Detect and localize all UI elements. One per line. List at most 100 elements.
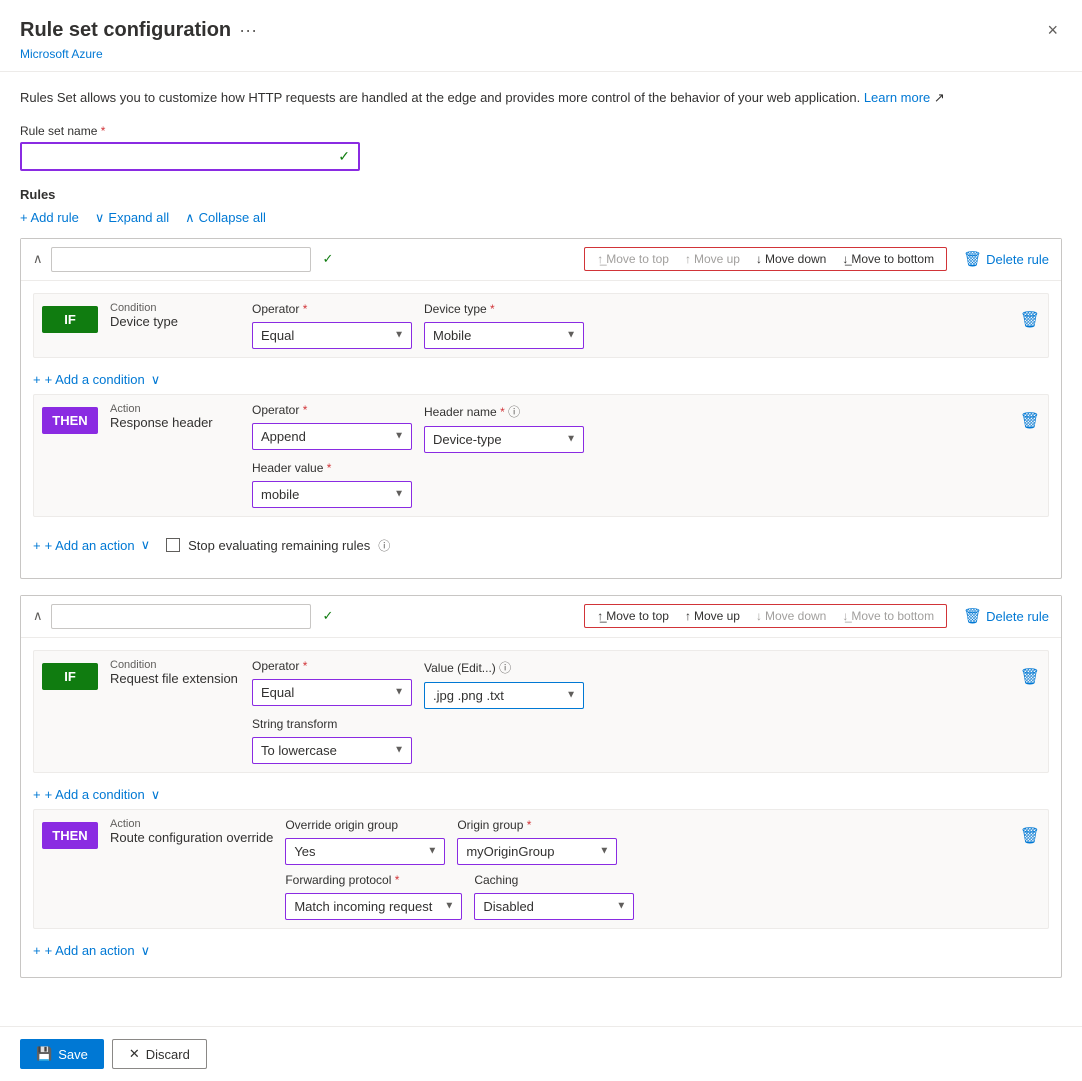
rule-2-action-info: Action Route configuration override bbox=[110, 818, 273, 845]
add-condition-2-chevron-icon[interactable]: ∨ bbox=[151, 787, 161, 803]
plus-icon-action-2: + bbox=[33, 943, 41, 958]
rule-1-move-bottom-button[interactable]: ↓̲ Move to bottom bbox=[838, 250, 938, 268]
rule-2-caching-select[interactable]: Disabled bbox=[474, 893, 634, 920]
rule-1-if-row: IF Condition Device type Operator * Equa… bbox=[33, 293, 1049, 358]
panel-subtitle: Microsoft Azure bbox=[20, 47, 1062, 61]
rule-1-delete-action-button[interactable]: 🗑 bbox=[1020, 411, 1040, 431]
rule-1-delete-button[interactable]: 🗑 Delete rule bbox=[963, 250, 1049, 268]
rule-1-operator-group: Operator * Equal ▼ bbox=[252, 302, 412, 349]
rule-2-forwarding-protocol-select[interactable]: Match incoming request bbox=[285, 893, 462, 920]
rule-2-origin-group-group: Origin group * myOriginGroup ▼ bbox=[457, 818, 617, 865]
rule-1-action-info: Action Response header bbox=[110, 403, 240, 430]
rule-set-name-input-wrapper: myRuleSet ✓ bbox=[20, 142, 360, 171]
rule-2-move-down-button[interactable]: ↓ Move down bbox=[752, 607, 830, 625]
rule-2-add-action-button[interactable]: + + Add an action bbox=[33, 943, 135, 958]
chevron-down-icon: ∨ bbox=[95, 210, 105, 226]
discard-button[interactable]: ✕ Discard bbox=[112, 1039, 207, 1069]
stop-eval-info-icon[interactable]: ⓘ bbox=[378, 537, 390, 554]
rule-2-then-row: THEN Action Route configuration override… bbox=[33, 809, 1049, 929]
move-up-icon-2: ↑ bbox=[685, 609, 691, 623]
rule-2-move-top-button[interactable]: ↑̲ Move to top bbox=[593, 607, 673, 625]
rule-1-action-operator-group: Operator * Append ▼ bbox=[252, 403, 412, 450]
close-button[interactable]: × bbox=[1043, 16, 1062, 45]
move-bottom-icon: ↓̲ bbox=[842, 252, 848, 266]
rule-2-value-group: Value (Edit...) ⓘ .jpg .png .txt ▼ bbox=[424, 659, 584, 709]
rule-1-collapse-icon[interactable]: ∧ bbox=[33, 251, 43, 267]
rule-2-override-origin-select[interactable]: Yes bbox=[285, 838, 445, 865]
rule-2-if-row: IF Condition Request file extension Oper… bbox=[33, 650, 1049, 773]
move-top-icon: ↑̲ bbox=[597, 252, 603, 266]
rule-1-device-type-group: Device type * Mobile ▼ bbox=[424, 302, 584, 349]
chevron-up-icon: ∧ bbox=[185, 210, 195, 226]
rule-1-condition-info: Condition Device type bbox=[110, 302, 240, 329]
value-info-icon[interactable]: ⓘ bbox=[499, 661, 511, 675]
rule-2-operator-select[interactable]: Equal bbox=[252, 679, 412, 706]
stop-eval-row: Stop evaluating remaining rules ⓘ bbox=[166, 531, 390, 560]
move-down-icon-2: ↓ bbox=[756, 609, 762, 623]
rule-2-delete-action-button[interactable]: 🗑 bbox=[1020, 826, 1040, 846]
rule-2-string-transform-select[interactable]: To lowercase bbox=[252, 737, 412, 764]
collapse-all-button[interactable]: ∧ Collapse all bbox=[185, 210, 266, 226]
rules-label: Rules bbox=[20, 187, 1062, 202]
rule-2-origin-group-select[interactable]: myOriginGroup bbox=[457, 838, 617, 865]
rule-1-add-condition-button[interactable]: + + Add a condition bbox=[33, 372, 145, 387]
rule-2-add-condition-row: + + Add a condition ∨ bbox=[33, 781, 1049, 809]
rule-1-move-top-button[interactable]: ↑̲ Move to top bbox=[593, 250, 673, 268]
check-icon: ✓ bbox=[338, 148, 350, 165]
rule-2-forwarding-protocol-group: Forwarding protocol * Match incoming req… bbox=[285, 873, 462, 920]
rule-1-header-name-select[interactable]: Device-type bbox=[424, 426, 584, 453]
rule-1-add-condition-row: + + Add a condition ∨ bbox=[33, 366, 1049, 394]
rule-1-device-type-select[interactable]: Mobile bbox=[424, 322, 584, 349]
stop-eval-label: Stop evaluating remaining rules bbox=[188, 538, 370, 553]
rule-2-add-condition-button[interactable]: + + Add a condition bbox=[33, 787, 145, 802]
add-action-chevron-icon[interactable]: ∨ bbox=[141, 537, 151, 553]
rule-2-move-actions: ↑̲ Move to top ↑ Move up ↓ Move down ↓ bbox=[584, 604, 947, 628]
add-condition-chevron-icon[interactable]: ∨ bbox=[151, 372, 161, 388]
rule-1-add-action-button[interactable]: + + Add an action bbox=[33, 538, 135, 553]
save-icon: 💾 bbox=[36, 1046, 52, 1062]
delete-icon: 🗑 bbox=[963, 250, 982, 268]
add-rule-button[interactable]: + Add rule bbox=[20, 210, 79, 225]
rule-2-collapse-icon[interactable]: ∧ bbox=[33, 608, 43, 624]
rule-2-condition-info: Condition Request file extension bbox=[110, 659, 240, 686]
rule-2-name-input[interactable]: myRule2 bbox=[51, 604, 311, 629]
rule-2-delete-condition-button[interactable]: 🗑 bbox=[1020, 667, 1040, 687]
rule-1-move-actions: ↑̲ Move to top ↑ Move up ↓ Move down ↓ bbox=[584, 247, 947, 271]
header-name-info-icon[interactable]: ⓘ bbox=[508, 405, 520, 419]
move-bottom-icon-2: ↓̲ bbox=[842, 609, 848, 623]
learn-more-link[interactable]: Learn more bbox=[864, 90, 930, 105]
rule-2-move-up-button[interactable]: ↑ Move up bbox=[681, 607, 744, 625]
rule-2-header: ∧ myRule2 ✓ ↑̲ Move to top ↑ Move up bbox=[21, 596, 1061, 638]
rule-1-delete-condition-button[interactable]: 🗑 bbox=[1020, 310, 1040, 330]
add-action-2-chevron-icon[interactable]: ∨ bbox=[141, 943, 151, 959]
rule-set-name-input[interactable]: myRuleSet bbox=[30, 149, 334, 164]
stop-eval-checkbox[interactable] bbox=[166, 538, 180, 552]
rule-1-if-badge: IF bbox=[42, 306, 98, 333]
rule-set-name-label: Rule set name * bbox=[20, 124, 1062, 138]
description-text: Rules Set allows you to customize how HT… bbox=[20, 88, 1062, 108]
discard-icon: ✕ bbox=[129, 1046, 140, 1062]
rule-2-then-badge: THEN bbox=[42, 822, 98, 849]
rule-2-add-action-row: + + Add an action ∨ bbox=[33, 937, 1049, 965]
rule-1-header-value-select[interactable]: mobile bbox=[252, 481, 412, 508]
expand-all-button[interactable]: ∨ Expand all bbox=[95, 210, 169, 226]
rule-1-move-down-button[interactable]: ↓ Move down bbox=[752, 250, 830, 268]
delete-icon-2: 🗑 bbox=[963, 607, 982, 625]
rule-1-move-up-button[interactable]: ↑ Move up bbox=[681, 250, 744, 268]
rule-1-header: ∧ myRule1 ✓ ↑̲ Move to top ↑ Move up bbox=[21, 239, 1061, 281]
rule-2-value-select[interactable]: .jpg .png .txt bbox=[424, 682, 584, 709]
move-down-icon: ↓ bbox=[756, 252, 762, 266]
rule-2-delete-button[interactable]: 🗑 Delete rule bbox=[963, 607, 1049, 625]
plus-icon-2: + bbox=[33, 787, 41, 802]
plus-icon: + bbox=[33, 372, 41, 387]
rule-1-operator-select[interactable]: Equal bbox=[252, 322, 412, 349]
rule-2-string-transform-group: String transform To lowercase ▼ bbox=[252, 717, 412, 764]
rule-1-action-operator-select[interactable]: Append bbox=[252, 423, 412, 450]
rule-2-override-origin-group: Override origin group Yes ▼ bbox=[285, 818, 445, 865]
rule-2-move-bottom-button[interactable]: ↓̲ Move to bottom bbox=[838, 607, 938, 625]
rule-card-2: ∧ myRule2 ✓ ↑̲ Move to top ↑ Move up bbox=[20, 595, 1062, 978]
panel-options-icon[interactable]: ··· bbox=[239, 20, 257, 41]
save-button[interactable]: 💾 Save bbox=[20, 1039, 104, 1069]
rule-1-check-icon: ✓ bbox=[323, 251, 334, 267]
rule-1-name-input[interactable]: myRule1 bbox=[51, 247, 311, 272]
